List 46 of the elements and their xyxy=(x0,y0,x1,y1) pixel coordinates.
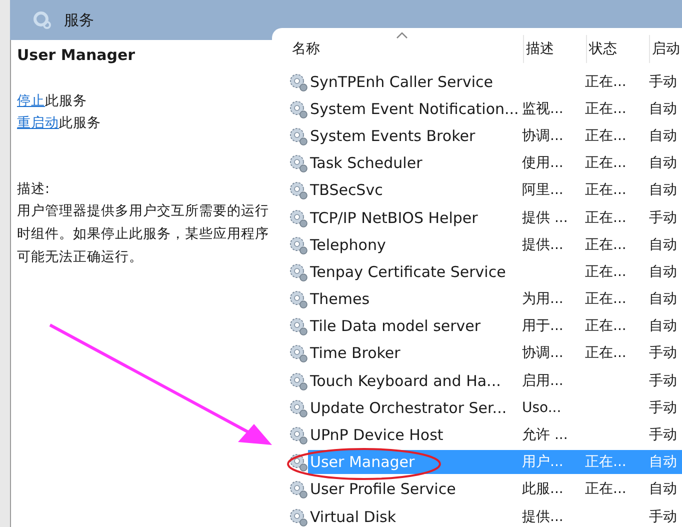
gear-icon xyxy=(288,343,308,364)
column-header[interactable]: 名称 xyxy=(290,35,524,63)
gear-icon xyxy=(288,153,308,174)
description-label: 描述: xyxy=(17,180,51,199)
service-row[interactable]: TBSecSvc 阿里... 正在... 自动 xyxy=(308,178,682,202)
service-row[interactable]: Virtual Disk 提供... 手动 xyxy=(308,504,682,527)
service-row[interactable]: Tenpay Certificate Service 正在... 自动 xyxy=(308,260,682,284)
gear-icon xyxy=(288,208,308,228)
action-text: 此服务 xyxy=(45,93,87,109)
action-link[interactable]: 停止 xyxy=(17,93,45,109)
gear-icon xyxy=(288,289,308,310)
gear-icon xyxy=(288,262,308,282)
service-row[interactable]: Task Scheduler 使用... 正在... 自动 xyxy=(308,151,682,176)
gear-icon xyxy=(288,126,308,146)
service-row[interactable]: Telephony 提供... 正在... 自动 xyxy=(308,232,682,257)
service-row[interactable]: Themes 为用... 正在... 自动 xyxy=(308,287,682,312)
window-title: 服务 xyxy=(64,10,94,30)
service-row[interactable]: System Events Broker 协调... 正在... 自动 xyxy=(308,124,682,148)
sort-caret-icon xyxy=(396,32,408,39)
gear-icon xyxy=(288,452,308,472)
gear-icon xyxy=(288,370,308,391)
column-header[interactable]: 状态 xyxy=(587,35,650,63)
description-text: 用户管理器提供多用户交互所需要的运行时组件。如果停止此服务，某些应用程序可能无法正确运行。 xyxy=(17,202,269,267)
action-link[interactable]: 重启动 xyxy=(17,115,59,131)
gear-icon xyxy=(288,72,308,92)
gear-icon xyxy=(288,425,308,446)
gear-icon xyxy=(288,398,308,418)
service-row[interactable]: Time Broker 协调... 正在... 手动 xyxy=(308,341,682,366)
service-row[interactable]: SynTPEnh Caller Service 正在... 手动 xyxy=(308,70,682,94)
service-row[interactable]: Update Orchestrator Ser... Uso... 手动 xyxy=(308,396,682,420)
service-row[interactable]: Touch Keyboard and Ha... 启用... 手动 xyxy=(308,368,682,393)
column-header[interactable]: 描述 xyxy=(524,35,587,63)
service-row[interactable]: User Profile Service 此服... 正在... 自动 xyxy=(308,477,682,502)
service-row[interactable]: Tile Data model server 用于... 正在... 自动 xyxy=(308,314,682,338)
gear-icon xyxy=(288,316,308,336)
service-row[interactable]: System Event Notification... 监视... 正在... 自动 xyxy=(308,96,682,121)
gear-icon xyxy=(288,234,308,255)
column-header[interactable]: 启动 xyxy=(650,35,682,63)
gear-icon xyxy=(288,180,308,200)
service-name: User Manager xyxy=(17,46,136,64)
service-row[interactable]: UPnP Device Host 允许 ... 手动 xyxy=(308,423,682,448)
action-text: 此服务 xyxy=(59,115,101,131)
gear-icon xyxy=(32,10,52,30)
gear-icon xyxy=(288,98,308,119)
service-row[interactable]: TCP/IP NetBIOS Helper 提供 ... 正在... 手动 xyxy=(308,206,682,230)
gear-icon xyxy=(288,479,308,500)
